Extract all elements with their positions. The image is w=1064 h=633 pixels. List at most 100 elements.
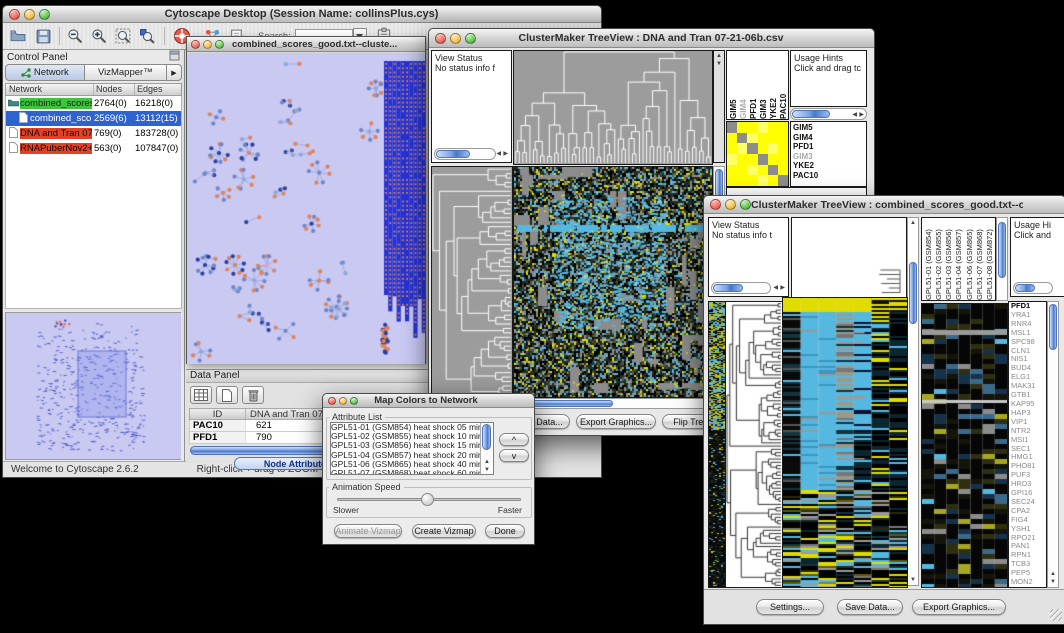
tv2-labels-vscrollbar[interactable] <box>996 217 1008 301</box>
network-view-titlebar[interactable]: combined_scores_good.txt--cluste... <box>187 37 425 52</box>
scroll-down-icon[interactable]: ▼ <box>1050 579 1056 585</box>
network-table-header[interactable]: Network Nodes Edges <box>5 83 182 96</box>
window-controls[interactable] <box>704 199 751 210</box>
treeview1-titlebar[interactable]: ClusterMaker TreeView : DNA and Tran 07-… <box>429 29 874 48</box>
scroll-left-icon[interactable]: ◀ <box>773 285 778 291</box>
scroll-right-icon[interactable]: ▶ <box>859 112 864 118</box>
create-vizmap-button[interactable]: Create Vizmap <box>412 524 476 538</box>
close-button[interactable] <box>9 9 20 20</box>
zoom-selected-icon[interactable] <box>139 28 156 45</box>
minimize-button[interactable] <box>203 40 212 49</box>
tv1-hscrollbar[interactable] <box>513 398 711 409</box>
tv1-column-labels[interactable]: GIM5GIM4PFD1GIM3YKE2PAC10 <box>726 50 789 120</box>
window-controls[interactable] <box>323 397 358 405</box>
scroll-down-icon[interactable]: ▼ <box>910 577 916 583</box>
matrix-cell <box>727 122 737 133</box>
network-overview-canvas[interactable] <box>6 313 181 459</box>
move-down-button[interactable]: v <box>499 449 529 462</box>
tv2-column-dendrogram[interactable] <box>791 217 907 299</box>
tv1-dendro-scroll[interactable]: ▲ ▼ <box>713 50 725 163</box>
scroll-up-icon[interactable]: ▲ <box>716 53 722 59</box>
attribute-item[interactable]: GPL51-07 (GSM868) heat shock 60 min <box>331 469 493 475</box>
tv1-hints-hscrollbar[interactable]: ◀ ▶ <box>790 108 867 120</box>
delete-attribute-trash-icon[interactable] <box>242 386 264 404</box>
tv1-row-labels[interactable]: GIM5GIM4PFD1GIM3YKE2PAC10 <box>790 121 867 187</box>
minimize-button[interactable] <box>450 33 461 44</box>
speed-slider-thumb[interactable] <box>421 493 434 506</box>
column-label: GPL51-07 (GSM868) <box>975 218 985 300</box>
tv1-row-dendrogram[interactable] <box>431 166 513 398</box>
tab-network[interactable]: Network <box>5 64 85 81</box>
new-attribute-icon[interactable] <box>216 386 238 404</box>
matrix-cell <box>747 154 757 165</box>
attribute-list[interactable]: GPL51-01 (GSM854) heat shock 05 minGPL51… <box>330 422 494 475</box>
window-resize-grip[interactable] <box>1050 609 1062 621</box>
view-status-hscrollbar[interactable] <box>434 148 496 160</box>
close-button[interactable] <box>191 40 200 49</box>
attribute-table-icon[interactable] <box>190 386 212 404</box>
done-button[interactable]: Done <box>485 524 525 538</box>
tv2-vscrollbar[interactable]: ▲ ▼ <box>907 217 919 586</box>
tab-vizmapper[interactable]: VizMapper™ <box>85 64 167 81</box>
scroll-right-icon[interactable]: ▶ <box>503 151 508 157</box>
network-row-combined-scores[interactable]: combined_scores 2764(0) 16218(0) <box>6 96 181 111</box>
zoom-button[interactable] <box>740 199 751 210</box>
zoom-button[interactable] <box>215 40 224 49</box>
close-button[interactable] <box>710 199 721 210</box>
open-file-icon[interactable] <box>10 28 27 45</box>
tv1-export-graphics-button[interactable]: Export Graphics... <box>576 414 656 429</box>
save-icon[interactable] <box>35 28 52 45</box>
scroll-right-icon[interactable]: ▶ <box>780 285 785 291</box>
network-row-rnapuber[interactable]: RNAPuberNov2+ 563(0) 107847(0) <box>6 141 181 156</box>
tv2-row-dendrogram[interactable] <box>725 301 783 588</box>
window-controls[interactable] <box>3 9 50 20</box>
scroll-left-icon[interactable]: ◀ <box>852 112 857 118</box>
dialog-titlebar[interactable]: Map Colors to Network <box>323 394 534 408</box>
tv1-column-dendrogram[interactable] <box>513 50 713 165</box>
tv2-genes-vscrollbar[interactable]: ▲ ▼ <box>1047 301 1059 588</box>
tv1-similarity-matrix[interactable] <box>726 121 789 187</box>
usage-hints-hscrollbar[interactable] <box>1013 282 1053 294</box>
scroll-left-icon[interactable]: ◀ <box>496 151 501 157</box>
tv2-gene-list[interactable]: PFD1YRA1RNR4MSL1SPC98CLN1NIS1BUD4ELG1MAK… <box>1008 301 1047 588</box>
tv1-heatmap[interactable] <box>513 166 713 398</box>
treeview2-title: ClusterMaker TreeView : combined_scores_… <box>751 199 1023 211</box>
zoom-fit-icon[interactable] <box>115 28 132 45</box>
scroll-down-icon[interactable]: ▼ <box>716 61 722 67</box>
scroll-up-icon[interactable]: ▲ <box>484 459 490 465</box>
scroll-up-icon[interactable]: ▲ <box>910 220 916 226</box>
scroll-up-icon[interactable]: ▲ <box>1050 571 1056 577</box>
zoom-button[interactable] <box>39 9 50 20</box>
zoom-button[interactable] <box>350 397 358 405</box>
view-status-hscrollbar[interactable] <box>711 282 771 294</box>
treeview2-titlebar[interactable]: ClusterMaker TreeView : combined_scores_… <box>704 196 1064 214</box>
tab-overflow-button[interactable]: ▶ <box>167 64 182 81</box>
zoom-button[interactable] <box>465 33 476 44</box>
tv2-export-graphics-button[interactable]: Export Graphics... <box>912 599 1006 615</box>
close-button[interactable] <box>328 397 336 405</box>
zoom-out-icon[interactable] <box>67 28 84 45</box>
minimize-button[interactable] <box>24 9 35 20</box>
tv2-zoom-heatmap[interactable] <box>921 303 1008 588</box>
tv2-settings-button[interactable]: Settings... <box>756 599 824 615</box>
network-row-dna-tran[interactable]: DNA and Tran 07 769(0) 183728(0) <box>6 126 181 141</box>
tv2-heatmap[interactable] <box>782 297 908 588</box>
tv2-column-labels[interactable]: GPL51-01 (GSM854)GPL51-02 (GSM855)GPL51-… <box>921 217 996 301</box>
scroll-down-icon[interactable]: ▼ <box>484 467 490 473</box>
network-row-combined-sco-selected[interactable]: combined_sco 2569(6) 13112(15) <box>6 111 181 126</box>
network-overview-panel[interactable] <box>5 312 181 460</box>
attribute-list-vscrollbar[interactable]: ▲ ▼ <box>480 423 493 474</box>
tv2-global-overview-strip[interactable] <box>708 301 726 588</box>
minimize-button[interactable] <box>339 397 347 405</box>
window-controls[interactable] <box>429 33 476 44</box>
network-canvas[interactable] <box>187 53 425 364</box>
animate-vizmap-button[interactable]: Animate Vizmap <box>334 524 402 538</box>
close-button[interactable] <box>435 33 446 44</box>
main-titlebar[interactable]: Cytoscape Desktop (Session Name: collins… <box>3 6 601 23</box>
zoom-in-icon[interactable] <box>91 28 108 45</box>
window-controls[interactable] <box>187 40 224 49</box>
move-up-button[interactable]: ^ <box>499 433 529 446</box>
minimize-button[interactable] <box>725 199 736 210</box>
tv2-save-data-button[interactable]: Save Data... <box>837 599 903 615</box>
network-doc-icon <box>6 127 20 141</box>
